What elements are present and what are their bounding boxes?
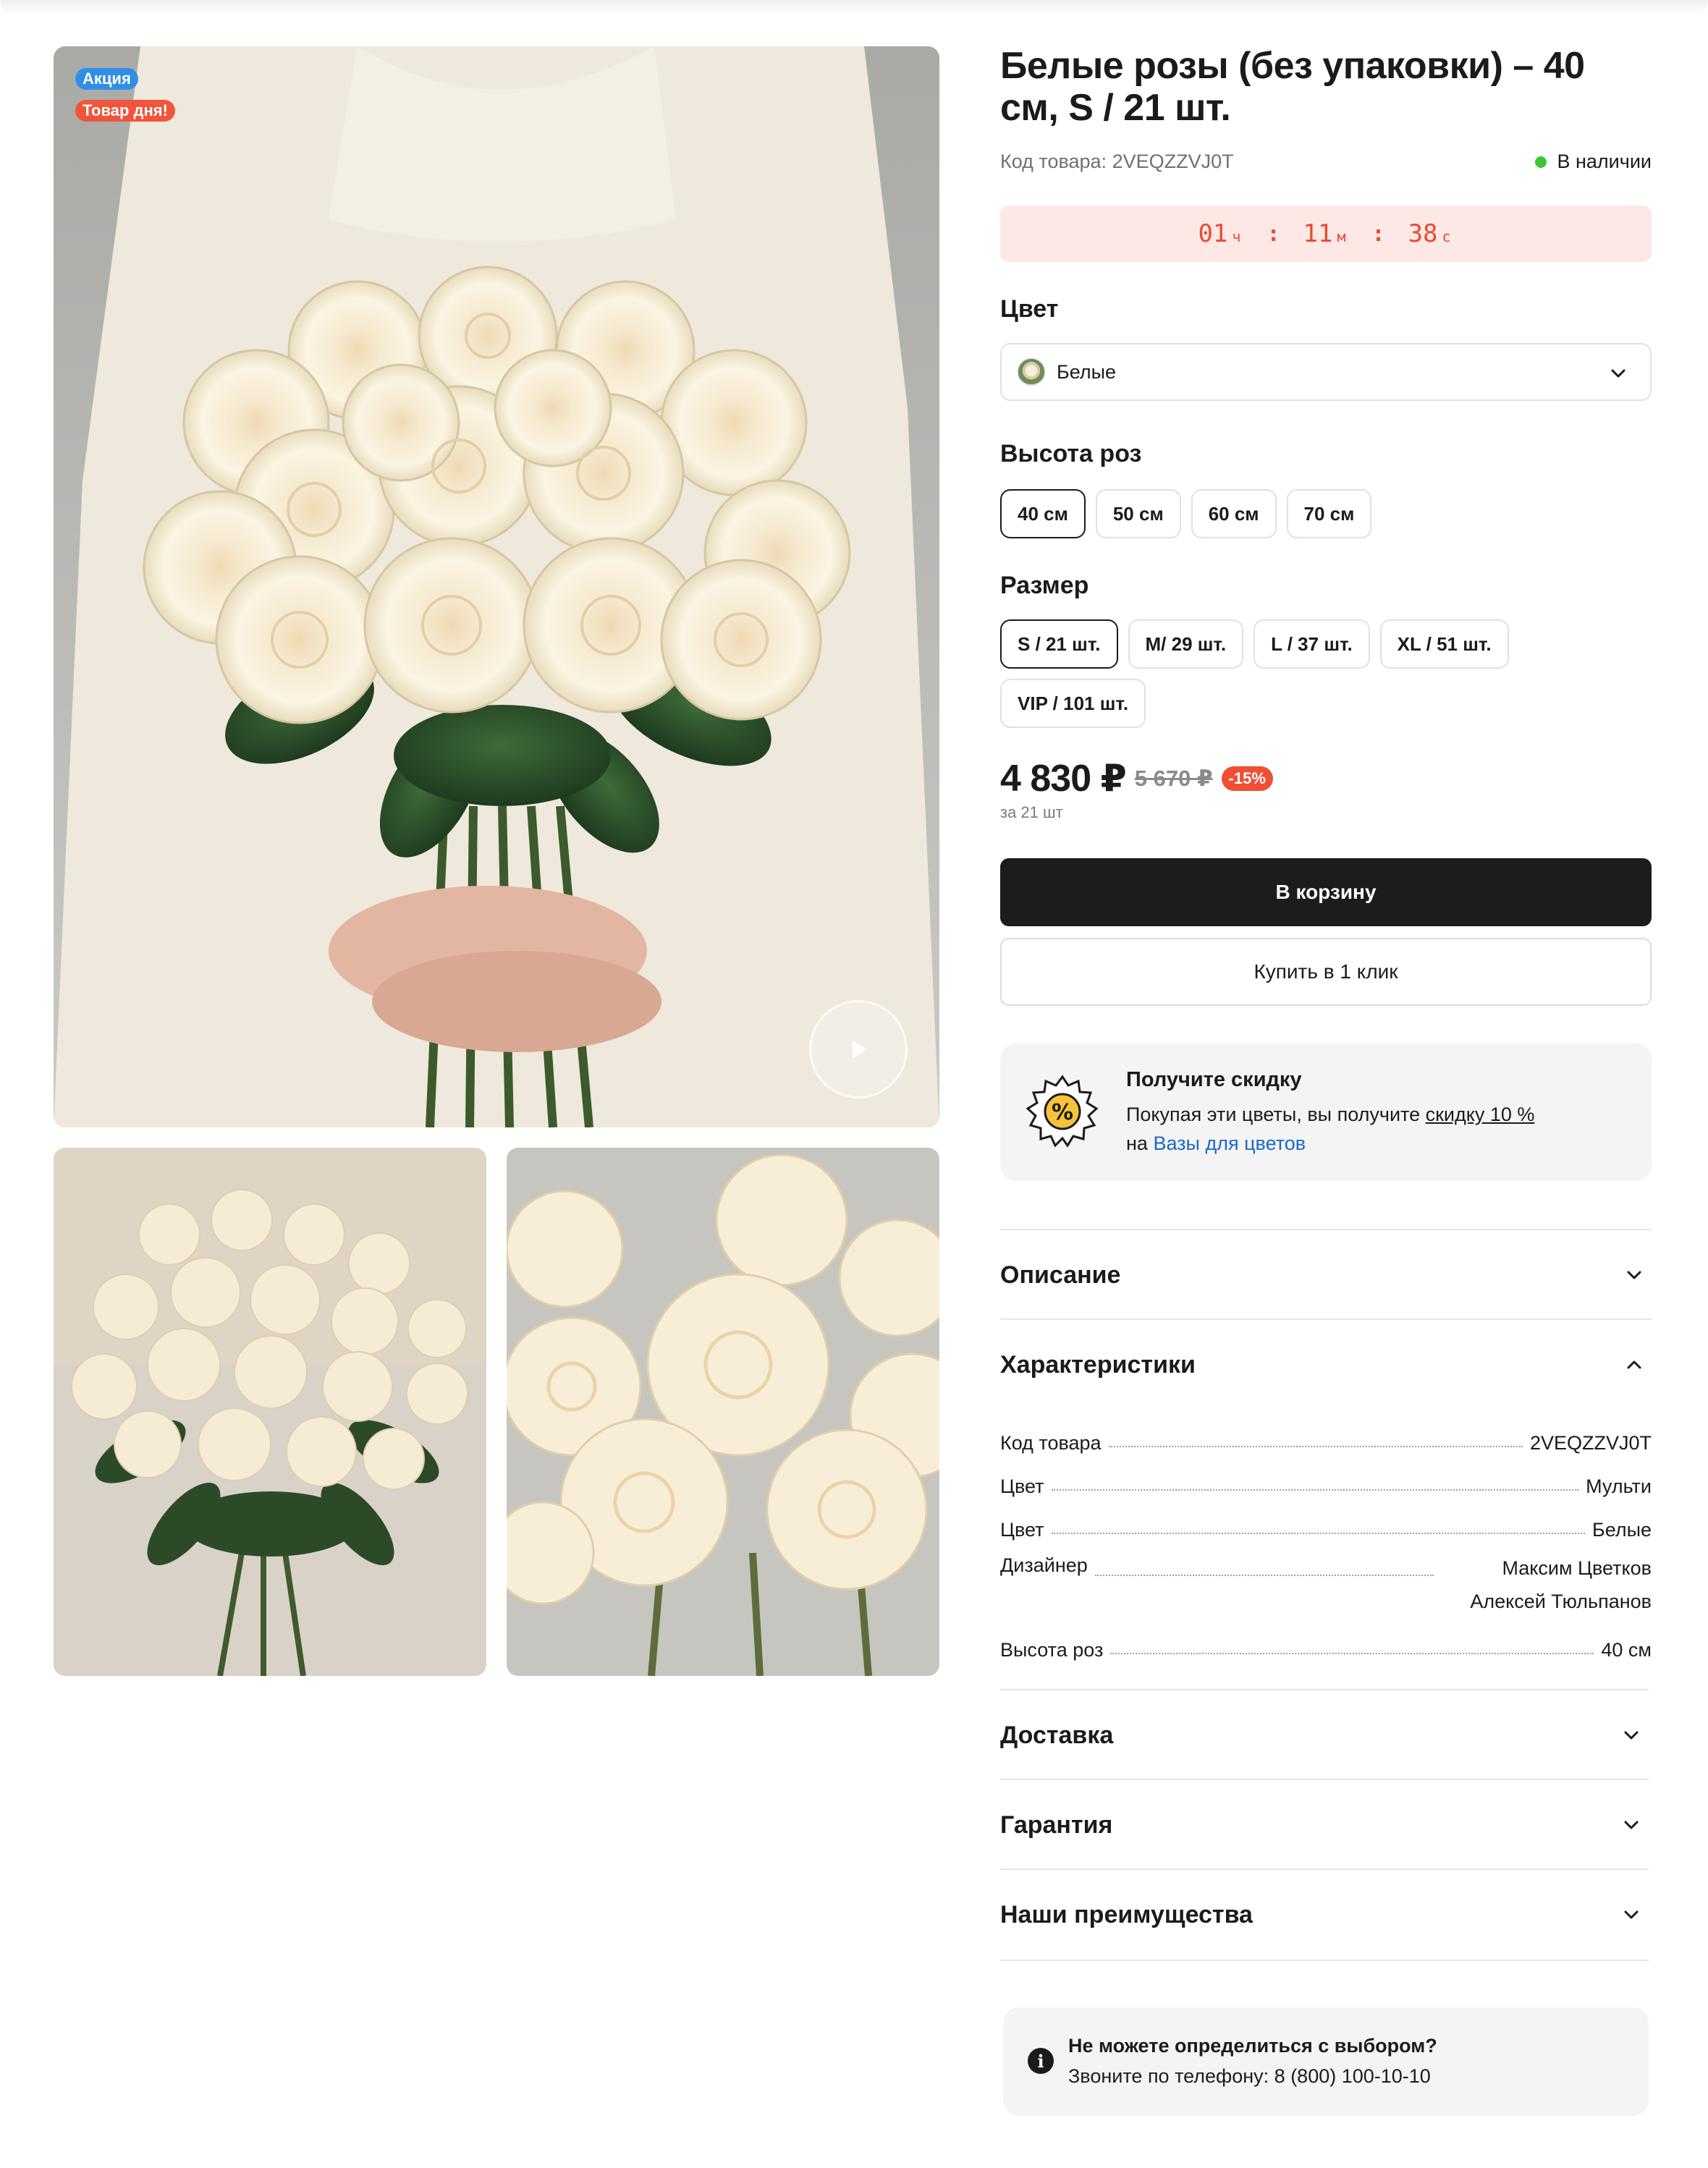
promo-text-on: на <box>1126 1132 1154 1154</box>
header-shadow <box>0 0 1708 16</box>
spec-row: Цвет Мульти <box>1000 1454 1652 1498</box>
gallery-thumbnail[interactable] <box>507 1148 939 1676</box>
timer-separator: : <box>1267 221 1280 247</box>
size-label: Размер <box>1000 572 1089 599</box>
help-phone-text[interactable]: Звоните по телефону: 8 (800) 100-10-10 <box>1068 2065 1431 2088</box>
rose-height-label: Высота роз <box>1000 440 1142 467</box>
spec-value: Мульти <box>1586 1475 1652 1497</box>
color-swatch-icon <box>1018 358 1045 386</box>
accordion-specs[interactable]: Характеристики <box>1000 1318 1652 1410</box>
add-to-cart-button[interactable]: В корзину <box>1000 858 1652 926</box>
chevron-down-icon <box>1624 1910 1639 1919</box>
spec-key: Цвет <box>1000 1519 1044 1541</box>
spec-row: Дизайнер Максим Цветков Алексей Тюльпанов <box>1000 1541 1652 1618</box>
spec-row: Цвет Белые <box>1000 1498 1652 1541</box>
price-per-quantity: за 21 шт <box>1000 803 1063 821</box>
gallery-thumbnail[interactable] <box>54 1148 486 1676</box>
stock-status: В наличии <box>1535 151 1652 173</box>
chevron-down-icon <box>1627 1271 1641 1279</box>
spec-key: Код товара <box>1000 1432 1102 1454</box>
help-banner: i Не можете определиться с выбором? Звон… <box>1003 2007 1649 2116</box>
promo-discount-link[interactable]: скидку 10 % <box>1426 1104 1535 1125</box>
height-option-70[interactable]: 70 см <box>1286 489 1372 538</box>
spec-value: 2VEQZZVJ0T <box>1529 1432 1652 1454</box>
product-title: Белые розы (без упаковки) – 40 см, S / 2… <box>1000 45 1585 129</box>
promo-text-start: Покупая эти цветы, вы получите <box>1126 1104 1426 1125</box>
current-price: 4 830 ₽ <box>1000 758 1127 800</box>
price-row: 4 830 ₽ 5 670 ₽ -15% <box>1000 757 1273 800</box>
accordion-advantages[interactable]: Наши преимущества <box>1000 1868 1649 1961</box>
discount-badge: -15% <box>1221 766 1273 791</box>
accordion-description[interactable]: Описание <box>1000 1229 1652 1320</box>
color-select[interactable]: Белые <box>1000 343 1652 401</box>
stock-label: В наличии <box>1557 151 1652 172</box>
buy-one-click-button[interactable]: Купить в 1 клик <box>1000 938 1652 1006</box>
chevron-up-icon <box>1627 1360 1641 1369</box>
height-option-60[interactable]: 60 см <box>1191 489 1277 538</box>
size-option-vip[interactable]: VIP / 101 шт. <box>1000 679 1146 728</box>
accordion-title: Характеристики <box>1000 1350 1196 1379</box>
countdown-timer: 01 ч : 11 м : 38 с <box>1000 206 1652 262</box>
timer-minutes-unit: м <box>1337 228 1346 245</box>
specs-list: Код товара 2VEQZZVJ0T Цвет Мульти Цвет Белы… <box>1000 1411 1652 1661</box>
timer-seconds-unit: с <box>1442 228 1451 245</box>
rose-height-options: 40 см 50 см 60 см 70 см <box>1000 489 1652 538</box>
discount-percent-icon: % <box>1026 1075 1099 1148</box>
deal-of-day-badge: Товар дня! <box>75 100 175 122</box>
height-option-40[interactable]: 40 см <box>1000 489 1086 538</box>
svg-text:%: % <box>1052 1100 1073 1125</box>
play-icon <box>853 1041 867 1058</box>
color-selected-value: Белые <box>1057 360 1117 383</box>
chevron-down-icon <box>1611 369 1625 378</box>
spec-row: Код товара 2VEQZZVJ0T <box>1000 1411 1652 1454</box>
accordion-title: Гарантия <box>1000 1811 1113 1839</box>
accordion-title: Доставка <box>1000 1721 1114 1749</box>
spec-value: 40 см <box>1601 1639 1652 1661</box>
play-video-button[interactable] <box>809 1000 908 1098</box>
spec-value: Максим Цветков Алексей Тюльпанов <box>1470 1551 1652 1618</box>
spec-key: Цвет <box>1000 1475 1044 1497</box>
chevron-down-icon <box>1624 1821 1639 1829</box>
timer-hours-unit: ч <box>1232 228 1241 245</box>
timer-seconds: 38 <box>1408 219 1438 248</box>
height-option-50[interactable]: 50 см <box>1095 489 1181 538</box>
spec-key: Дизайнер <box>1000 1554 1088 1576</box>
accordion-title: Наши преимущества <box>1000 1900 1253 1928</box>
timer-minutes: 11 <box>1303 219 1333 248</box>
main-photo[interactable]: Акция Товар дня! <box>54 46 939 1127</box>
accordion-title: Описание <box>1000 1261 1121 1289</box>
size-option-s[interactable]: S / 21 шт. <box>1000 619 1118 669</box>
help-title: Не можете определиться с выбором? <box>1068 2035 1437 2057</box>
sale-badge: Акция <box>75 68 138 90</box>
old-price: 5 670 ₽ <box>1134 766 1213 791</box>
product-sku: Код товара: 2VEQZZVJ0T <box>1000 151 1234 172</box>
promo-category-link[interactable]: Вазы для цветов <box>1153 1132 1306 1154</box>
spec-row: Высота роз 40 см <box>1000 1618 1652 1661</box>
in-stock-dot-icon <box>1535 156 1547 168</box>
accordion-warranty[interactable]: Гарантия <box>1000 1779 1649 1870</box>
spec-key: Высота роз <box>1000 1639 1104 1661</box>
size-options: S / 21 шт. M/ 29 шт. L / 37 шт. XL / 51 … <box>1000 619 1652 728</box>
color-label: Цвет <box>1000 295 1059 323</box>
size-option-xl[interactable]: XL / 51 шт. <box>1379 619 1509 669</box>
spec-value: Белые <box>1591 1519 1652 1541</box>
accordion-delivery[interactable]: Доставка <box>1000 1689 1649 1780</box>
size-option-l[interactable]: L / 37 шт. <box>1253 619 1370 669</box>
info-icon: i <box>1028 2048 1054 2074</box>
spec-value-line: Алексей Тюльпанов <box>1470 1591 1652 1612</box>
chevron-down-icon <box>1624 1731 1639 1740</box>
promo-text: Покупая эти цветы, вы получите скидку 10… <box>1126 1100 1633 1158</box>
promo-title: Получите скидку <box>1126 1068 1302 1091</box>
size-option-m[interactable]: M/ 29 шт. <box>1128 619 1244 669</box>
discount-promo: % Получите скидку Покупая эти цветы, вы … <box>1000 1043 1652 1181</box>
timer-hours: 01 <box>1198 219 1228 248</box>
spec-value-line: Максим Цветков <box>1502 1557 1652 1579</box>
timer-separator: : <box>1371 221 1385 247</box>
